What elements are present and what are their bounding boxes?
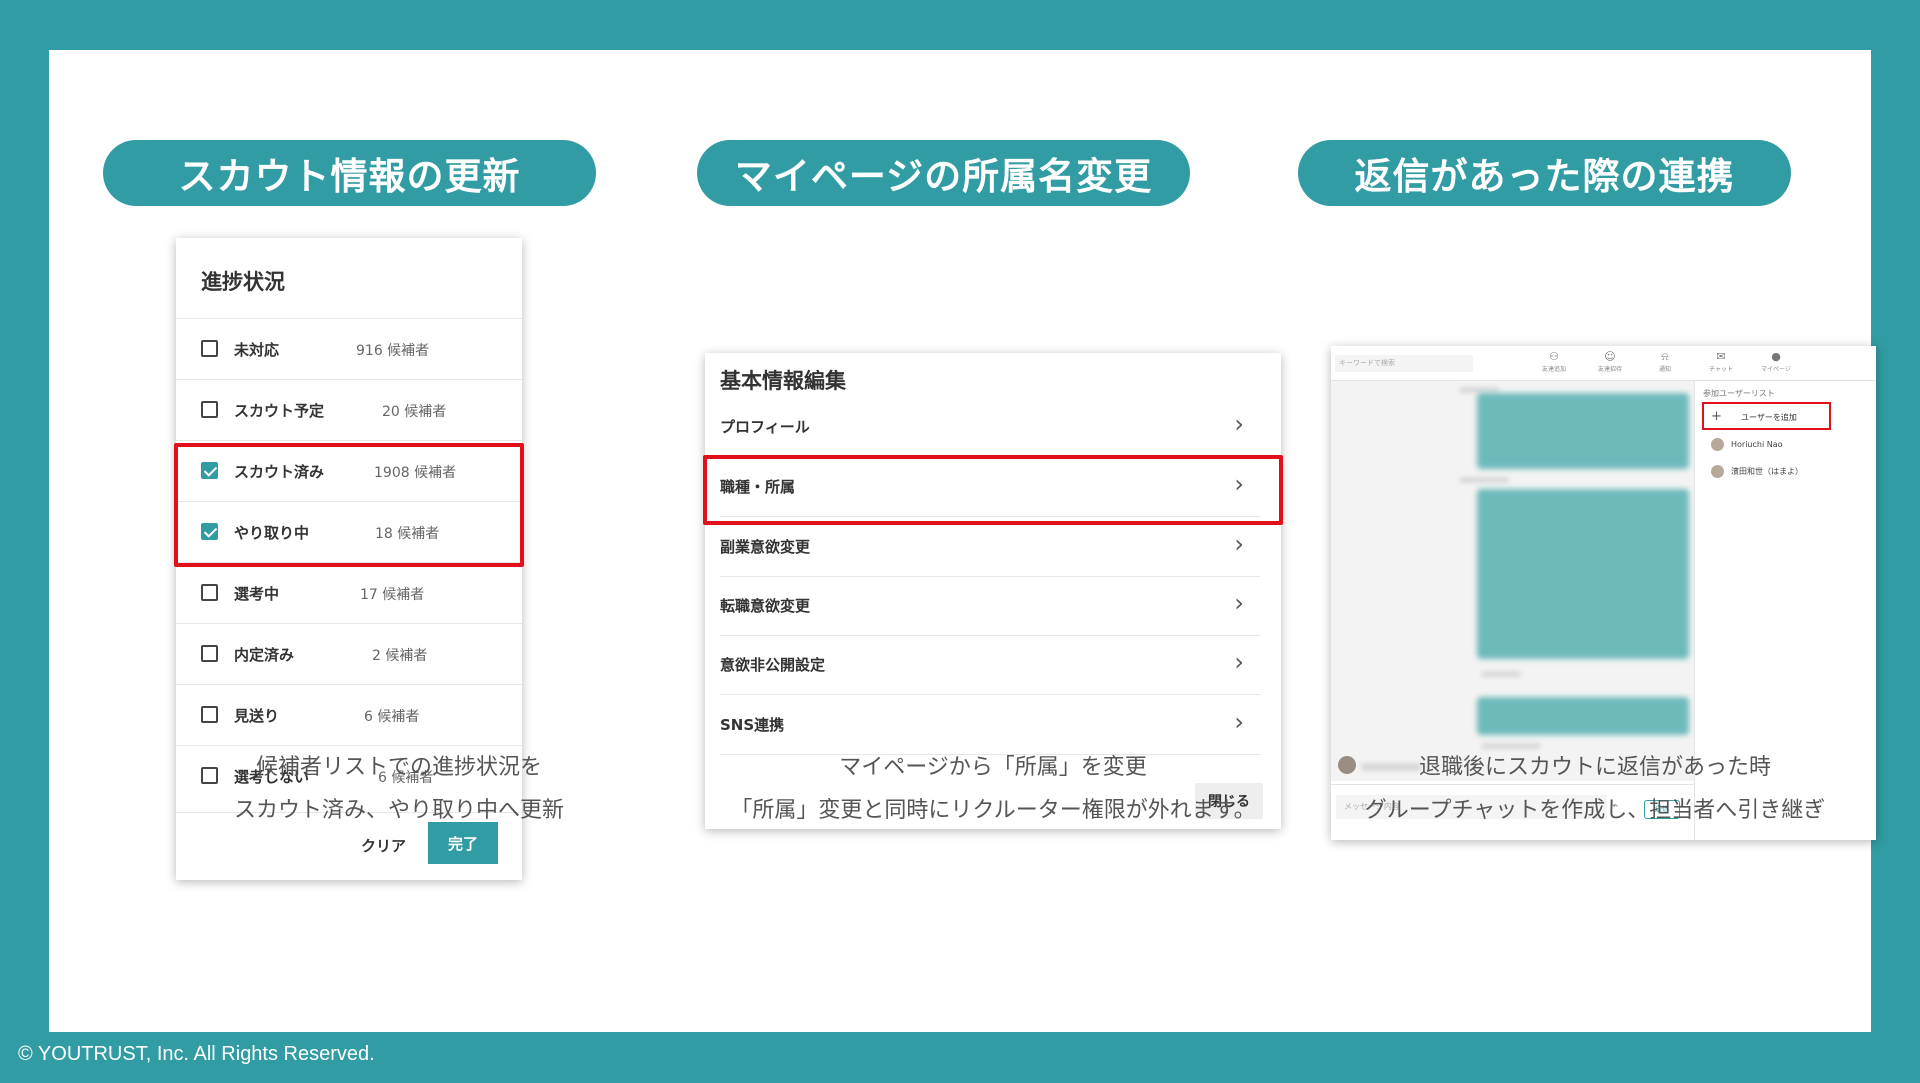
blurred-timestamp — [1481, 671, 1521, 677]
chat-messages-area — [1331, 381, 1694, 781]
chevron-right-icon: › — [1234, 530, 1244, 558]
add-user-label: ユーザーを追加 — [1741, 413, 1797, 422]
slide: スカウト情報の更新 マイページの所属名変更 返信があった際の連携 進捗状況 未対… — [49, 50, 1876, 1032]
checkbox[interactable] — [201, 340, 218, 357]
add-user-button[interactable]: + ユーザーを追加 — [1702, 402, 1831, 430]
blurred-message — [1477, 393, 1689, 469]
filter-row[interactable]: スカウト予定 20 候補者 — [176, 379, 522, 441]
chevron-right-icon: › — [1234, 589, 1244, 617]
chevron-right-icon: › — [1234, 410, 1244, 438]
checkbox[interactable] — [201, 401, 218, 418]
candidate-count: 2 候補者 — [372, 648, 428, 664]
heading-scout-update: スカウト情報の更新 — [103, 140, 596, 206]
menu-item-label: SNS連携 — [720, 716, 785, 734]
blurred-message — [1477, 697, 1689, 735]
checkbox[interactable] — [201, 645, 218, 662]
filter-label: 内定済み — [234, 646, 295, 664]
chevron-right-icon: › — [1234, 708, 1244, 736]
caption-mypage: マイページから「所属」を変更 「所属」変更と同時にリクルーター権限が外れます。 — [730, 755, 1256, 823]
avatar — [1711, 438, 1724, 451]
filter-label: 選考中 — [234, 585, 280, 603]
filter-label: スカウト予定 — [234, 402, 325, 420]
filter-row[interactable]: 見送り 6 候補者 — [176, 684, 522, 746]
highlight-box — [703, 455, 1283, 525]
members-title: 参加ユーザーリスト — [1703, 389, 1775, 398]
menu-item-label: 転職意欲変更 — [720, 597, 811, 615]
checkbox[interactable] — [201, 706, 218, 723]
bell-icon: ⍾ — [1661, 350, 1669, 363]
add-friend-icon: ⚇ — [1549, 350, 1559, 363]
filter-label: 未対応 — [234, 341, 280, 359]
member-item[interactable]: Horiuchi Nao — [1711, 438, 1783, 451]
nav-notifications[interactable]: ⍾ 通知 — [1645, 350, 1685, 373]
panel-title: 基本情報編集 — [720, 369, 846, 393]
clear-button[interactable]: クリア — [361, 835, 406, 856]
menu-item-label: 副業意欲変更 — [720, 538, 811, 556]
filter-label: 見送り — [234, 707, 280, 725]
menu-item-side-job[interactable]: 副業意欲変更 › — [720, 516, 1260, 577]
member-item[interactable]: 濱田和世（はまよ） — [1711, 465, 1803, 478]
chevron-right-icon: › — [1234, 648, 1244, 676]
highlight-box — [174, 443, 524, 567]
search-input[interactable]: キーワードで検索 — [1335, 355, 1473, 372]
menu-item-private-setting[interactable]: 意欲非公開設定 › — [720, 634, 1260, 695]
filter-row[interactable]: 内定済み 2 候補者 — [176, 623, 522, 685]
nav-invite-friend[interactable]: ☺ 友達招待 — [1590, 350, 1630, 373]
caption-handoff: 退職後にスカウトに返信があった時 グループチャットを作成し、担当者へ引き継ぎ — [1364, 755, 1826, 823]
plus-icon: + — [1711, 409, 1722, 424]
nav-chat[interactable]: ✉ チャット — [1701, 350, 1741, 373]
avatar — [1711, 465, 1724, 478]
caption-scout: 候補者リストでの進捗状況を スカウト済み、やり取り中へ更新 — [233, 755, 564, 823]
avatar: ● — [1771, 350, 1781, 363]
candidate-count: 916 候補者 — [356, 343, 430, 359]
menu-item-label: 意欲非公開設定 — [720, 656, 826, 674]
heading-reply-handoff: 返信があった際の連携 — [1298, 140, 1791, 206]
blurred-timestamp — [1459, 477, 1509, 483]
heading-mypage-affiliation: マイページの所属名変更 — [697, 140, 1190, 206]
copyright-footer: © YOUTRUST, Inc. All Rights Reserved. — [18, 1043, 375, 1065]
checkbox[interactable] — [201, 584, 218, 601]
menu-item-label: プロフィール — [720, 418, 810, 436]
smile-icon: ☺ — [1604, 350, 1616, 363]
candidate-count: 20 候補者 — [382, 404, 447, 420]
menu-item-job-change[interactable]: 転職意欲変更 › — [720, 575, 1260, 636]
mail-icon: ✉ — [1716, 350, 1726, 363]
filter-row[interactable]: 選考中 17 候補者 — [176, 562, 522, 624]
panel-title: 進捗状況 — [201, 270, 285, 294]
filter-row[interactable]: 未対応 916 候補者 — [176, 318, 522, 380]
menu-item-profile[interactable]: プロフィール › — [720, 396, 1260, 457]
candidate-count: 17 候補者 — [360, 587, 425, 603]
nav-mypage[interactable]: ● マイページ — [1756, 350, 1796, 373]
chat-header: キーワードで検索 ⚇ 友達追加 ☺ 友達招待 ⍾ 通知 ✉ チャット ● マイページ — [1331, 346, 1876, 381]
blurred-message — [1477, 489, 1689, 659]
candidate-count: 6 候補者 — [364, 709, 420, 725]
nav-add-friend[interactable]: ⚇ 友達追加 — [1534, 350, 1574, 373]
